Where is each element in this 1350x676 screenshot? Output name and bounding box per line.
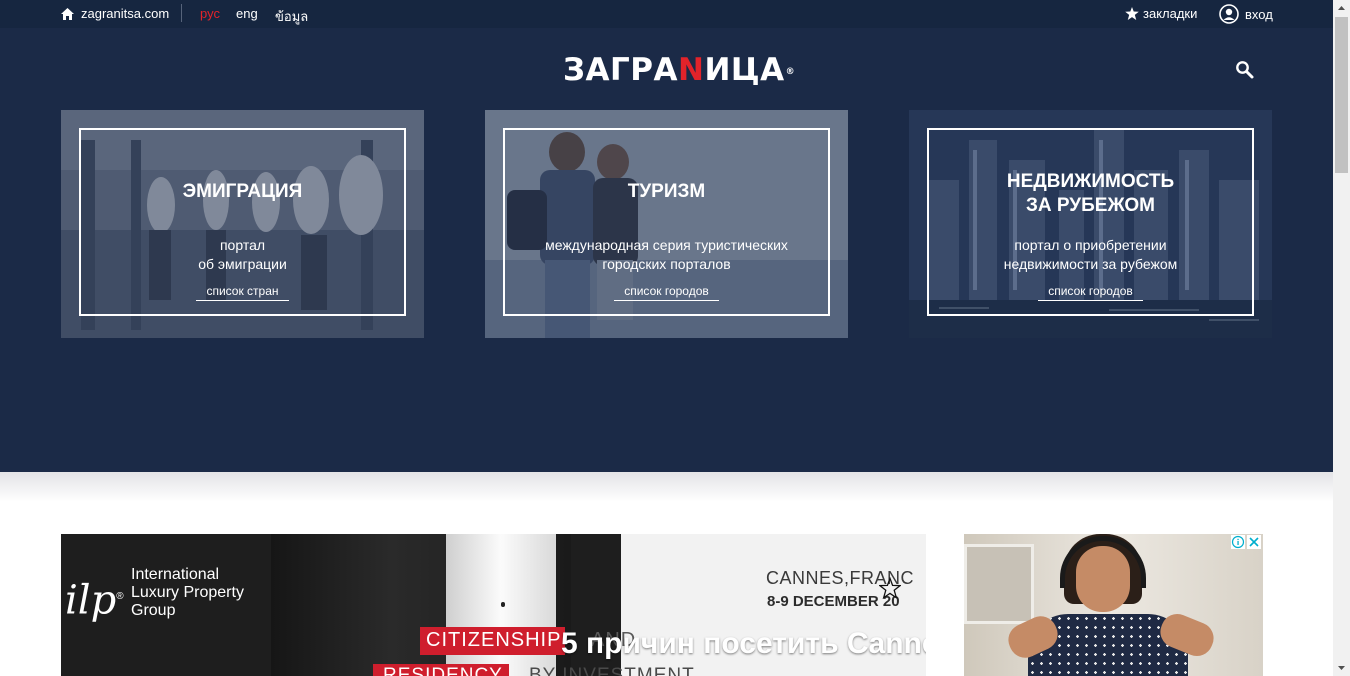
residency-label: RESIDENCY — [373, 664, 509, 676]
cities-list-link[interactable]: список городов — [909, 284, 1272, 301]
home-icon — [61, 7, 74, 20]
card-title-line2: ЗА РУБЕЖОМ — [1025, 195, 1155, 216]
countries-list-link[interactable]: список стран — [61, 284, 424, 301]
cities-list-link[interactable]: список городов — [485, 284, 848, 301]
ilp-company-name: International Luxury Property Group — [131, 566, 244, 619]
login-label: вход — [1245, 6, 1273, 22]
citizenship-label: CITIZENSHIP — [420, 627, 566, 655]
login-link[interactable]: вход — [1219, 4, 1273, 24]
bookmarks-link[interactable]: закладки — [1125, 6, 1197, 21]
by-investment-label: BY INVESTMENT — [529, 665, 695, 676]
bookmarks-label: закладки — [1143, 6, 1198, 21]
vertical-scrollbar[interactable] — [1333, 0, 1350, 676]
card-title-line1: НЕДВИЖИМОСТЬ — [1006, 171, 1175, 192]
star-outline-icon[interactable] — [879, 577, 901, 599]
ad-block[interactable] — [964, 534, 1263, 676]
page: zagranitsa.com рус eng ข้อมูล закладки в… — [0, 0, 1333, 676]
lang-th[interactable]: ข้อมูล — [275, 6, 308, 27]
user-icon — [1219, 4, 1239, 24]
ilp-logo: ilp® — [65, 577, 124, 624]
card-description-line1: портал о приобретении — [1014, 237, 1167, 253]
hero-section: ЗАГРАNИЦА® ЭМИГРАЦИЯ портал об эмиграции… — [0, 28, 1333, 472]
card-tourism[interactable]: ТУРИЗМ международная серия туристических… — [485, 110, 848, 338]
lang-ru[interactable]: рус — [200, 6, 220, 21]
lang-en[interactable]: eng — [236, 6, 258, 21]
ad-info-icon[interactable] — [1231, 535, 1245, 549]
card-title: ТУРИЗМ — [627, 181, 706, 202]
card-emigration[interactable]: ЭМИГРАЦИЯ портал об эмиграции список стр… — [61, 110, 424, 338]
card-real-estate[interactable]: НЕДВИЖИМОСТЬ ЗА РУБЕЖОМ портал о приобре… — [909, 110, 1272, 338]
card-description-line1: международная серия туристических — [545, 237, 788, 253]
hero-shadow — [0, 472, 1333, 502]
search-icon[interactable] — [1235, 60, 1255, 80]
card-description-line1: портал — [219, 237, 266, 253]
ad-close-icon[interactable] — [1247, 535, 1261, 549]
scroll-up-arrow-icon[interactable] — [1333, 0, 1350, 17]
article-headline[interactable]: 5 причин посетить Cannes — [561, 627, 926, 661]
featured-banner[interactable]: ilp® International Luxury Property Group… — [61, 534, 926, 676]
home-link[interactable]: zagranitsa.com — [61, 6, 169, 21]
card-title: ЭМИГРАЦИЯ — [182, 181, 303, 202]
scrollbar-thumb[interactable] — [1335, 17, 1348, 173]
divider — [181, 4, 182, 22]
card-description-line2: недвижимости за рубежом — [1003, 256, 1178, 272]
ad-controls — [1231, 535, 1261, 549]
scroll-down-arrow-icon[interactable] — [1333, 659, 1350, 676]
card-description-line2: об эмиграции — [198, 256, 287, 272]
site-name: zagranitsa.com — [81, 6, 170, 21]
star-icon — [1125, 7, 1139, 20]
top-bar: zagranitsa.com рус eng ข้อมูล закладки в… — [0, 0, 1333, 28]
ad-window-image — [964, 544, 1034, 624]
site-logo[interactable]: ЗАГРАNИЦА® — [563, 52, 795, 88]
card-description-line2: городских порталов — [602, 256, 731, 272]
